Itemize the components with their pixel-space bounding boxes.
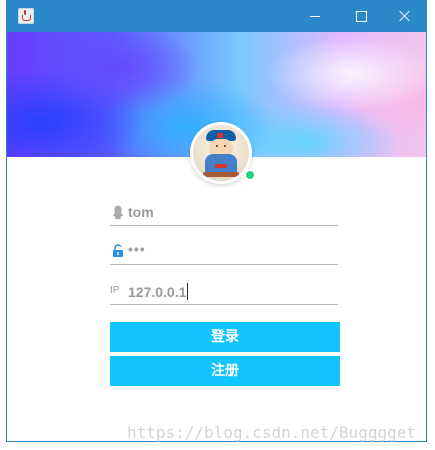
java-cup-icon xyxy=(18,8,34,24)
penguin-user-icon xyxy=(110,204,126,220)
watermark-text: https://blog.csdn.net/Bugggget xyxy=(127,423,416,442)
ip-field[interactable]: IP 127.0.0.1 xyxy=(110,280,338,305)
online-status-dot xyxy=(244,169,256,181)
cup-icon-part xyxy=(22,15,31,21)
password-field[interactable]: ••• xyxy=(110,240,338,265)
close-icon xyxy=(399,10,411,22)
username-value: tom xyxy=(128,204,154,220)
login-button[interactable]: 登录 xyxy=(110,322,340,352)
title-bar xyxy=(7,1,426,32)
register-button[interactable]: 注册 xyxy=(110,356,340,386)
avatar-badge xyxy=(215,164,227,168)
username-field[interactable]: tom xyxy=(110,201,338,226)
minimize-button[interactable] xyxy=(292,1,338,32)
unlock-icon xyxy=(110,243,126,259)
avatar-desk xyxy=(203,172,239,177)
text-cursor xyxy=(187,283,189,300)
maximize-icon xyxy=(356,11,367,22)
minimize-icon xyxy=(310,16,320,17)
ip-value-container: 127.0.0.1 xyxy=(128,283,189,300)
avatar-image xyxy=(193,125,249,181)
login-window: tom ••• IP 127.0.0.1 登录 注册 https://blog.… xyxy=(6,0,427,442)
avatar-frame xyxy=(190,122,252,184)
maximize-button[interactable] xyxy=(338,1,384,32)
close-button[interactable] xyxy=(382,1,428,32)
ip-value: 127.0.0.1 xyxy=(128,284,187,300)
password-value: ••• xyxy=(128,241,146,257)
ip-label: IP xyxy=(110,285,120,296)
